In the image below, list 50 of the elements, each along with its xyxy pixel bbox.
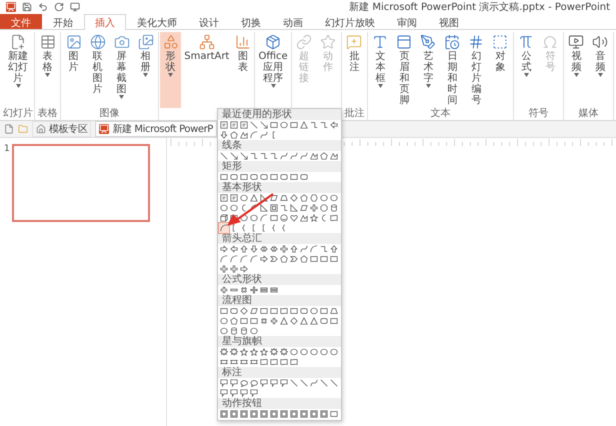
ribbon-button[interactable]: 幻灯片编号 bbox=[464, 32, 488, 108]
ribbon-button[interactable]: 相册 bbox=[134, 32, 158, 108]
gallery-section-header: 矩形 bbox=[218, 161, 342, 172]
ribbon-tab[interactable]: 美化大师 bbox=[126, 14, 188, 29]
ribbon-button[interactable]: 表格 bbox=[36, 32, 60, 108]
ribbon-tab[interactable]: 审阅 bbox=[386, 14, 428, 29]
group-label: 表格 bbox=[38, 108, 58, 120]
file-tab[interactable]: 文件 bbox=[0, 14, 42, 29]
ribbon-button[interactable]: 屏幕截图 bbox=[110, 32, 134, 108]
ribbon-button[interactable]: 图片 bbox=[62, 32, 86, 108]
group-label: 文本 bbox=[430, 108, 450, 120]
ribbon-button[interactable]: SmartArt bbox=[182, 32, 232, 108]
group-label: 图像 bbox=[100, 108, 120, 120]
ribbon-button[interactable]: 日期和时间 bbox=[440, 32, 464, 108]
ribbon-button[interactable]: 文本框 bbox=[368, 32, 392, 108]
gallery-section-header: 公式形状 bbox=[218, 274, 342, 285]
group-label: 幻灯片 bbox=[3, 108, 33, 120]
group-label: 批注 bbox=[344, 108, 364, 120]
document-tab[interactable]: 模板专区 bbox=[32, 121, 92, 137]
ribbon-button[interactable]: 联机图片 bbox=[86, 32, 110, 108]
ribbon-button[interactable]: 对象 bbox=[488, 32, 512, 108]
gallery-section-header: 流程图 bbox=[218, 295, 342, 306]
group-label: 媒体 bbox=[578, 108, 598, 120]
gallery-section-header: 标注 bbox=[218, 367, 342, 378]
gallery-section-header: 动作按钮 bbox=[218, 398, 342, 409]
ribbon-button[interactable]: 批注 bbox=[342, 32, 366, 108]
ribbon-tab[interactable]: 设计 bbox=[188, 14, 230, 29]
gallery-section-header: 基本形状 bbox=[218, 182, 342, 193]
ribbon-tab[interactable]: 开始 bbox=[42, 14, 84, 29]
ribbon-button[interactable]: 公式 bbox=[514, 32, 538, 108]
gallery-section-header: 星与旗帜 bbox=[218, 336, 342, 347]
ribbon-button[interactable]: 形状 bbox=[160, 32, 182, 108]
slide-number: 1 bbox=[4, 144, 10, 156]
ribbon-button[interactable]: 图表 bbox=[232, 32, 254, 108]
ribbon-button[interactable]: 视频 bbox=[564, 32, 588, 108]
window-title: 新建 Microsoft PowerPoint 演示文稿.pptx - PowerPoint bbox=[349, 0, 610, 14]
ribbon-tab[interactable]: 插入 bbox=[84, 14, 126, 30]
ribbon-button[interactable]: 新建幻灯片 bbox=[6, 32, 30, 108]
ribbon-button[interactable]: 艺术字 bbox=[416, 32, 440, 108]
gallery-section-header: 最近使用的形状 bbox=[218, 109, 342, 120]
document-tab[interactable]: 新建 Microsoft PowerP bbox=[95, 121, 217, 137]
ribbon-tab[interactable]: 幻灯片放映 bbox=[314, 14, 386, 29]
ribbon-button[interactable]: Office 应用程序 bbox=[256, 32, 290, 108]
ribbon-tab[interactable]: 切换 bbox=[230, 14, 272, 29]
group-label: 符号 bbox=[528, 108, 548, 120]
ribbon-tab[interactable]: 动画 bbox=[272, 14, 314, 29]
gallery-section-header: 线条 bbox=[218, 140, 342, 151]
ribbon-button[interactable]: 音频 bbox=[588, 32, 612, 108]
ribbon-tab[interactable]: 视图 bbox=[428, 14, 470, 29]
ribbon-button[interactable]: 页眉和页脚 bbox=[392, 32, 416, 108]
